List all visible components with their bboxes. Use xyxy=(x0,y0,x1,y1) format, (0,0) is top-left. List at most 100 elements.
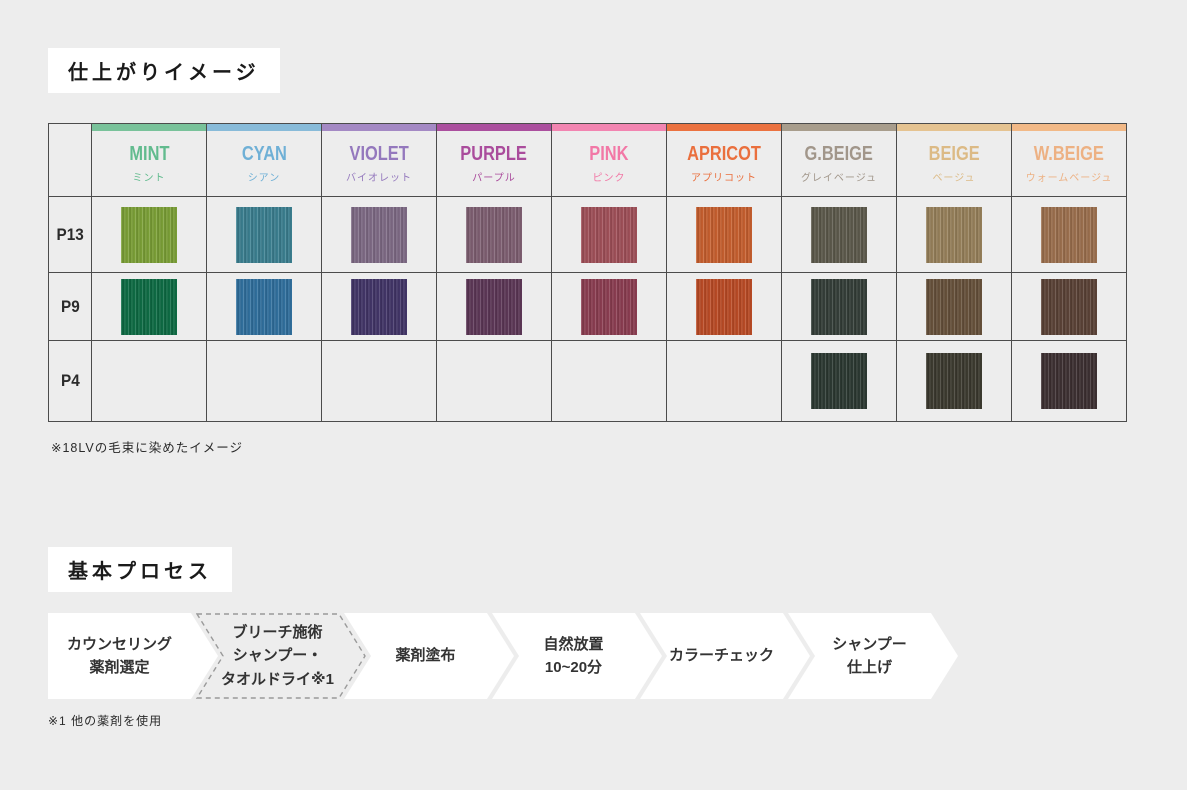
column-header-wbeige: W.BEIGE ウォームベージュ xyxy=(1012,124,1127,197)
color-name-jp: パープル xyxy=(472,169,515,184)
color-name: PURPLE xyxy=(461,143,528,166)
accent-bar xyxy=(897,124,1011,131)
process-step-6: シャンプー 仕上げ xyxy=(788,613,958,699)
swatch-cell xyxy=(322,197,437,273)
hair-swatch-beige-p13 xyxy=(926,207,982,263)
finish-footnote: ※18LVの毛束に染めたイメージ xyxy=(51,437,243,456)
row-label-p4: P4 xyxy=(49,341,92,422)
hair-swatch-violet-p13 xyxy=(351,207,407,263)
process-step-5: カラーチェック xyxy=(640,613,810,699)
color-name-jp: ウォームベージュ xyxy=(1026,169,1113,184)
hair-swatch-pink-p9 xyxy=(581,279,637,335)
step-label: カウンセリング xyxy=(67,633,172,656)
hair-swatch-wbeige-p13 xyxy=(1041,207,1097,263)
swatch-cell xyxy=(552,197,667,273)
color-name-jp: ミント xyxy=(133,169,166,184)
hair-swatch-cyan-p9 xyxy=(236,279,292,335)
swatch-cell xyxy=(667,273,782,341)
row-label-p13: P13 xyxy=(49,197,92,273)
hair-swatch-wbeige-p9 xyxy=(1041,279,1097,335)
process-step-2: ブリーチ施術 シャンプー・ タオルドライ※1 xyxy=(196,613,366,699)
swatch-cell xyxy=(782,341,897,422)
swatch-cell xyxy=(437,341,552,422)
swatch-cell xyxy=(1012,197,1127,273)
color-name: CYAN xyxy=(242,143,287,166)
swatch-cell xyxy=(437,197,552,273)
hair-swatch-mint-p13 xyxy=(121,207,177,263)
swatch-cell xyxy=(782,197,897,273)
hair-swatch-beige-p9 xyxy=(926,279,982,335)
accent-bar xyxy=(92,124,206,131)
color-name: G.BEIGE xyxy=(805,143,873,166)
hair-swatch-gbeige-p13 xyxy=(811,207,867,263)
step-label: カラーチェック xyxy=(669,644,774,667)
hair-swatch-apricot-p9 xyxy=(696,279,752,335)
column-header-apricot: APRICOT アプリコット xyxy=(667,124,782,197)
finish-section-title: 仕上がりイメージ xyxy=(48,48,280,93)
accent-bar xyxy=(437,124,551,131)
swatch-cell xyxy=(322,341,437,422)
table-corner-cell xyxy=(49,124,92,197)
swatch-cell xyxy=(552,273,667,341)
swatch-cell xyxy=(1012,341,1127,422)
swatch-cell xyxy=(207,197,322,273)
swatch-cell xyxy=(897,341,1012,422)
hair-swatch-violet-p9 xyxy=(351,279,407,335)
color-name: W.BEIGE xyxy=(1034,143,1104,166)
step-label: ブリーチ施術 xyxy=(232,621,322,644)
hair-swatch-beige-p4 xyxy=(926,353,982,409)
swatch-cell xyxy=(322,273,437,341)
accent-bar xyxy=(207,124,321,131)
accent-bar xyxy=(322,124,436,131)
swatch-cell xyxy=(92,341,207,422)
hair-swatch-purple-p9 xyxy=(466,279,522,335)
step-label: 10~20分 xyxy=(545,656,602,679)
color-name-jp: バイオレット xyxy=(346,169,412,184)
hair-swatch-mint-p9 xyxy=(121,279,177,335)
accent-bar xyxy=(1012,124,1126,131)
color-name-jp: シアン xyxy=(248,169,281,184)
process-step-3: 薬剤塗布 xyxy=(344,613,514,699)
column-header-pink: PINK ピンク xyxy=(552,124,667,197)
process-footnote: ※1 他の薬剤を使用 xyxy=(48,712,162,729)
swatch-cell xyxy=(552,341,667,422)
color-name: MINT xyxy=(129,143,169,166)
color-name-jp: アプリコット xyxy=(691,169,757,184)
accent-bar xyxy=(667,124,781,131)
color-name: APRICOT xyxy=(687,143,761,166)
process-step-4: 自然放置 10~20分 xyxy=(492,613,662,699)
swatch-cell xyxy=(437,273,552,341)
hair-swatch-cyan-p13 xyxy=(236,207,292,263)
column-header-purple: PURPLE パープル xyxy=(437,124,552,197)
process-section-title: 基本プロセス xyxy=(48,547,232,592)
color-name-jp: ピンク xyxy=(593,169,626,184)
swatch-cell xyxy=(897,197,1012,273)
row-label-p9: P9 xyxy=(49,273,92,341)
swatch-cell xyxy=(92,197,207,273)
color-name: VIOLET xyxy=(349,143,408,166)
step-label: タオルドライ※1 xyxy=(221,668,334,691)
accent-bar xyxy=(782,124,896,131)
hair-swatch-gbeige-p4 xyxy=(811,353,867,409)
swatch-cell xyxy=(207,341,322,422)
step-label: 薬剤塗布 xyxy=(395,644,455,667)
hair-swatch-wbeige-p4 xyxy=(1041,353,1097,409)
color-name: PINK xyxy=(589,143,628,166)
column-header-gbeige: G.BEIGE グレイベージュ xyxy=(782,124,897,197)
swatch-cell xyxy=(667,341,782,422)
hair-swatch-gbeige-p9 xyxy=(811,279,867,335)
process-step-1: カウンセリング 薬剤選定 xyxy=(48,613,218,699)
hair-swatch-purple-p13 xyxy=(466,207,522,263)
step-label: シャンプー・ xyxy=(233,644,323,667)
step-label: 薬剤選定 xyxy=(89,656,149,679)
color-name: BEIGE xyxy=(928,143,979,166)
color-name-jp: ベージュ xyxy=(932,169,975,184)
swatch-cell xyxy=(92,273,207,341)
hair-swatch-pink-p13 xyxy=(581,207,637,263)
swatch-cell xyxy=(1012,273,1127,341)
color-name-jp: グレイベージュ xyxy=(801,169,877,184)
hair-swatch-apricot-p13 xyxy=(696,207,752,263)
column-header-mint: MINT ミント xyxy=(92,124,207,197)
swatch-cell xyxy=(207,273,322,341)
step-label: 自然放置 xyxy=(543,633,603,656)
